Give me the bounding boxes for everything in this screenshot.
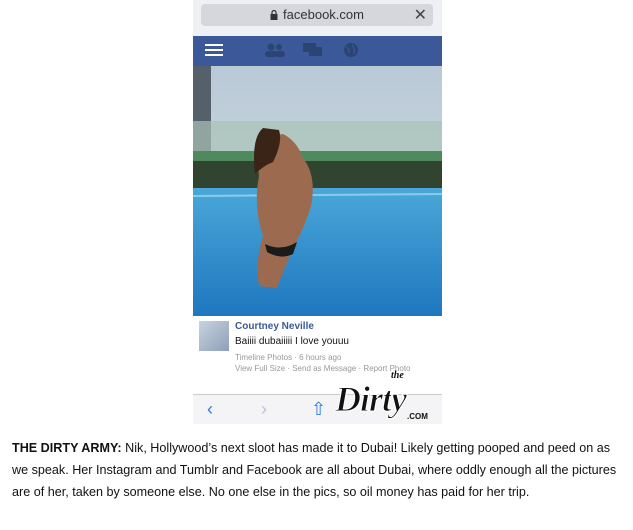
messages-icon[interactable] — [303, 42, 323, 58]
forward-icon[interactable]: › — [261, 399, 267, 420]
article-caption: THE DIRTY ARMY: Nik, Hollywood’s next sl… — [12, 437, 624, 503]
lock-icon — [270, 8, 278, 23]
post-meta[interactable]: Timeline Photos · 6 hours ago — [235, 353, 341, 362]
facebook-top-bar — [193, 36, 442, 66]
post-photo[interactable] — [193, 66, 442, 316]
url-text: facebook.com — [283, 7, 364, 22]
watermark-com: .COM — [407, 412, 428, 421]
avatar[interactable] — [199, 321, 229, 351]
friends-icon[interactable] — [264, 42, 286, 58]
post-text: Baiiii dubaiiiii I love youuu — [235, 336, 349, 347]
share-icon[interactable]: ⇧ — [311, 399, 326, 420]
caption-lead: THE DIRTY ARMY: — [12, 441, 122, 455]
watermark-logo: the Dirty .COM — [331, 368, 439, 426]
url-display[interactable]: facebook.com — [201, 7, 433, 23]
phone-screenshot: facebook.com ✕ Courtney Neville Baiiii d… — [193, 0, 442, 424]
globe-icon[interactable] — [343, 42, 359, 58]
back-icon[interactable]: ‹ — [207, 399, 213, 420]
watermark-dirty: Dirty — [335, 379, 408, 420]
menu-icon[interactable] — [205, 42, 223, 58]
poster-name[interactable]: Courtney Neville — [235, 321, 314, 332]
address-bar[interactable]: facebook.com ✕ — [201, 4, 433, 26]
close-icon[interactable]: ✕ — [414, 5, 427, 25]
